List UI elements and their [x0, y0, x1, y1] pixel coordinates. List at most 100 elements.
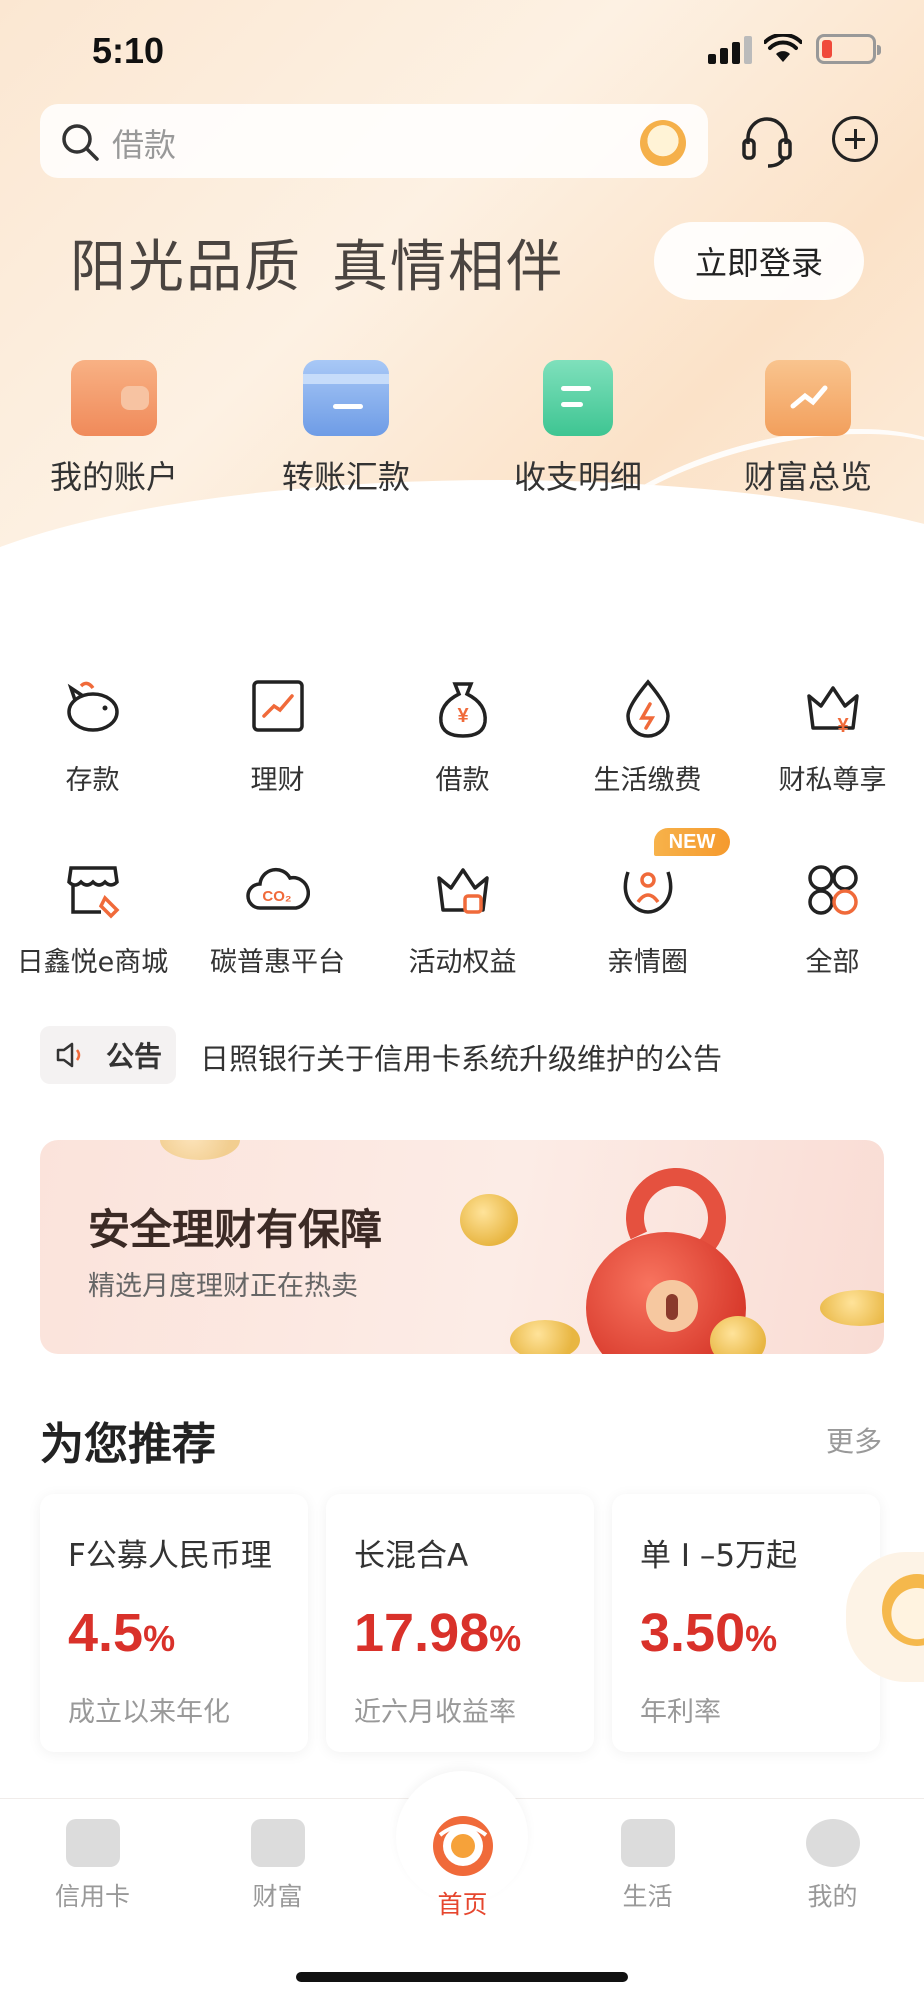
- tab-home[interactable]: 首页: [370, 1811, 555, 1921]
- product-name: 长混合A: [354, 1538, 469, 1574]
- tab-label: 财富: [252, 1882, 303, 1911]
- tab-mine[interactable]: 我的: [740, 1819, 924, 1913]
- coin-icon: [710, 1316, 766, 1354]
- coin-icon: [820, 1290, 884, 1326]
- notice-tag-label: 公告: [105, 1040, 162, 1073]
- service-utility-payment[interactable]: 生活缴费: [555, 676, 740, 797]
- service-activity-rights[interactable]: 活动权益: [370, 858, 555, 979]
- rate-value: 17.98: [354, 1603, 490, 1663]
- notice-bar[interactable]: 公告 日照银行关于信用卡系统升级维护的公告: [40, 1026, 924, 1084]
- quick-action-transfer[interactable]: 转账汇款: [256, 360, 436, 498]
- shop-icon: [66, 866, 119, 919]
- tab-label: 我的: [807, 1882, 858, 1911]
- tab-wealth[interactable]: 财富: [185, 1819, 370, 1913]
- crown-bag-icon: [436, 868, 489, 914]
- coin-icon: [510, 1320, 580, 1354]
- banner-subtitle: 精选月度理财正在热卖: [88, 1271, 358, 1302]
- coin-icon: [460, 1194, 518, 1246]
- product-name: F公募人民币理: [68, 1538, 272, 1574]
- search-bar[interactable]: 借款: [40, 104, 708, 178]
- add-icon[interactable]: [832, 116, 878, 162]
- product-rate-desc: 成立以来年化: [68, 1697, 230, 1728]
- product-rate-desc: 近六月收益率: [354, 1697, 516, 1728]
- recommend-title: 为您推荐: [40, 1419, 216, 1470]
- banner-title: 安全理财有保障: [88, 1205, 383, 1254]
- piggy-bank-icon: [66, 681, 119, 732]
- quick-action-label: 财富总览: [743, 458, 872, 496]
- rate-unit: %: [143, 1618, 176, 1659]
- service-deposit[interactable]: 存款: [0, 676, 185, 797]
- recommend-more-link[interactable]: 更多: [826, 1420, 882, 1460]
- login-button[interactable]: 立即登录: [654, 222, 864, 300]
- rate-value: 4.5: [68, 1603, 144, 1663]
- service-label: 碳普惠平台: [210, 947, 345, 978]
- svg-text:CO₂: CO₂: [262, 888, 291, 905]
- svg-text:¥: ¥: [837, 715, 849, 737]
- co2-cloud-icon: CO₂: [245, 867, 310, 910]
- service-label: 财私尊享: [778, 765, 887, 796]
- service-family-circle[interactable]: 亲情圈: [555, 858, 740, 979]
- service-label: 活动权益: [408, 947, 517, 978]
- home-indicator: [296, 1972, 628, 1982]
- service-loan[interactable]: ¥ 借款: [370, 676, 555, 797]
- customer-service-icon[interactable]: [740, 112, 794, 168]
- service-label: 借款: [435, 765, 490, 796]
- mascot-icon[interactable]: [640, 120, 686, 166]
- quick-action-my-account[interactable]: 我的账户: [24, 360, 204, 498]
- service-private-banking[interactable]: ¥ 财私尊享: [740, 676, 924, 797]
- service-label: 日鑫悦e商城: [16, 947, 169, 978]
- bottom-tab-bar: 信用卡 财富 首页 生活 我的: [0, 1771, 924, 2000]
- transfer-card-icon: [303, 360, 389, 436]
- product-card[interactable]: 长混合A 17.98% 近六月收益率: [326, 1494, 594, 1752]
- grid-all-icon: [807, 865, 858, 915]
- product-card[interactable]: 单 I –5万起 3.50% 年利率: [612, 1494, 880, 1752]
- tab-life[interactable]: 生活: [555, 1819, 740, 1913]
- crown-yuan-icon: ¥: [806, 686, 859, 737]
- service-all[interactable]: 全部: [740, 858, 924, 979]
- search-icon: [62, 124, 99, 161]
- service-e-mall[interactable]: 日鑫悦e商城: [0, 858, 185, 979]
- tab-label: 信用卡: [54, 1882, 130, 1911]
- user-icon: [805, 1819, 860, 1867]
- trend-monitor-icon: [765, 360, 851, 436]
- wifi-icon: [764, 34, 802, 62]
- quick-action-label: 收支明细: [513, 458, 642, 496]
- family-icon: [623, 871, 672, 914]
- service-wealth[interactable]: 理财: [185, 676, 370, 797]
- rate-unit: %: [489, 1618, 522, 1659]
- service-label: 理财: [250, 765, 305, 796]
- hero-slogan: 阳光品质 真情相伴: [70, 222, 564, 303]
- tab-credit-card[interactable]: 信用卡: [0, 1819, 185, 1913]
- shopping-bag-icon: [620, 1819, 675, 1867]
- quick-action-label: 转账汇款: [281, 458, 410, 496]
- home-logo-icon: [432, 1816, 493, 1876]
- tab-label: 首页: [437, 1890, 488, 1919]
- product-name: 单 I –5万起: [640, 1538, 798, 1574]
- new-badge: NEW: [654, 828, 730, 856]
- rate-unit: %: [745, 1618, 778, 1659]
- quick-action-wealth-overview[interactable]: 财富总览: [718, 360, 898, 498]
- wallet-icon: [71, 360, 157, 436]
- product-rate: 3.50%: [640, 1602, 777, 1664]
- quick-action-transactions[interactable]: 收支明细: [488, 360, 668, 498]
- coin-icon: [160, 1140, 240, 1160]
- credit-card-icon: [65, 1819, 120, 1867]
- product-card[interactable]: F公募人民币理 4.5% 成立以来年化: [40, 1494, 308, 1752]
- promo-banner[interactable]: 安全理财有保障 精选月度理财正在热卖: [40, 1140, 884, 1354]
- slogan-part-2: 真情相伴: [332, 235, 564, 300]
- utility-drop-icon: [625, 679, 670, 738]
- product-rate: 4.5%: [68, 1602, 175, 1664]
- service-carbon-platform[interactable]: CO₂ 碳普惠平台: [185, 858, 370, 979]
- chart-trend-icon: [251, 680, 304, 732]
- service-label: 存款: [65, 765, 120, 796]
- svg-text:¥: ¥: [457, 705, 469, 727]
- service-label: 全部: [805, 947, 860, 978]
- cellular-signal-icon: [708, 36, 752, 64]
- status-bar: 5:10: [0, 0, 924, 100]
- money-bag-icon: ¥: [438, 682, 487, 738]
- notice-text[interactable]: 日照银行关于信用卡系统升级维护的公告: [200, 1036, 722, 1078]
- rate-value: 3.50: [640, 1603, 746, 1663]
- clipboard-icon: [543, 360, 613, 436]
- speaker-icon: [56, 1042, 81, 1068]
- wallet-tab-icon: [250, 1819, 305, 1867]
